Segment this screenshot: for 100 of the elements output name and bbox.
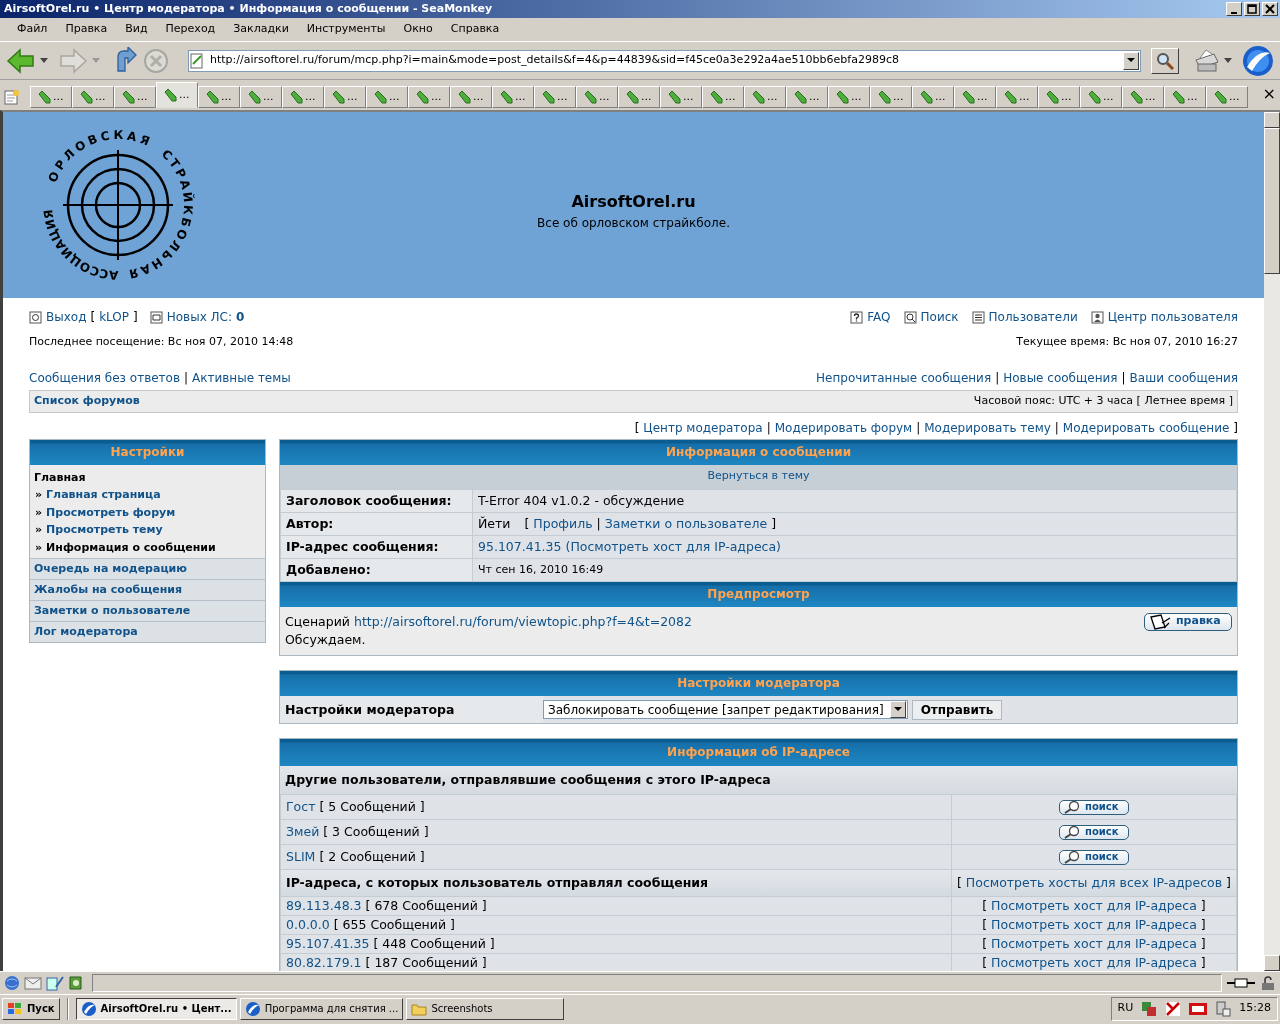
profile-link[interactable]: Заметки о пользователе (604, 515, 768, 532)
action-select[interactable]: Заблокировать сообщение [запрет редактирования] (543, 700, 908, 719)
submit-button[interactable]: Отправить (911, 699, 1003, 720)
menu-item[interactable]: Правка (56, 21, 117, 38)
ip-address-link[interactable]: 95.107.41.35 (478, 538, 562, 555)
menu-item[interactable]: Инструменты (297, 21, 395, 38)
tab[interactable]: ... (786, 86, 828, 108)
caret-icon[interactable] (1127, 58, 1135, 63)
tab[interactable]: ... (534, 86, 576, 108)
tab[interactable]: ... (1122, 86, 1164, 108)
host-link[interactable]: (Посмотреть хост для IP-адреса) (565, 538, 781, 555)
menu-item[interactable]: Окно (394, 21, 442, 38)
profile-link[interactable]: Профиль (533, 515, 593, 532)
start-button[interactable]: Пуск (2, 997, 60, 1020)
moderator-link[interactable]: Модерировать тему (924, 418, 1051, 437)
taskbar-button[interactable]: Программа для снятия ... (239, 997, 404, 1020)
tab[interactable]: ... (156, 82, 198, 108)
logout-link[interactable]: Выход (46, 308, 87, 326)
tab[interactable]: ... (870, 86, 912, 108)
tab[interactable]: ... (324, 86, 366, 108)
menu-item[interactable]: Переход (156, 21, 225, 38)
taskbar-button[interactable]: Screenshots (406, 997, 565, 1020)
quick-link[interactable]: Ваши сообщения (1129, 368, 1238, 387)
quick-link[interactable]: Сообщения без ответов (29, 368, 180, 387)
tab[interactable]: ... (954, 86, 996, 108)
tab[interactable]: ... (744, 86, 786, 108)
tab[interactable]: ... (198, 86, 240, 108)
username-link[interactable]: Змей (286, 824, 320, 840)
graphics-icon[interactable] (1189, 1001, 1208, 1016)
printer-icon[interactable] (1192, 47, 1220, 74)
back-arrow-icon[interactable] (6, 46, 36, 75)
caret-icon[interactable] (40, 57, 48, 64)
quick-link[interactable]: Непрочитанные сообщения (816, 368, 992, 387)
edit-button[interactable]: правка (1144, 612, 1232, 631)
sidebar-item[interactable]: Главная страница (46, 486, 161, 504)
taskbar-button[interactable]: AirsoftOrel.ru • Цент... (75, 997, 237, 1020)
moderator-link[interactable]: Модерировать сообщение (1062, 418, 1230, 437)
nav-link-text[interactable]: Поиск (920, 308, 959, 326)
tab[interactable]: ... (450, 86, 492, 108)
tab[interactable]: ... (114, 86, 156, 108)
tab[interactable]: ... (1080, 86, 1122, 108)
menu-item[interactable]: Вид (116, 21, 157, 38)
tab[interactable]: ... (492, 86, 534, 108)
device-icon[interactable] (1215, 1000, 1232, 1017)
dropdown-button[interactable] (1123, 51, 1139, 70)
caret-icon[interactable] (893, 707, 902, 712)
tab[interactable]: ... (1038, 86, 1080, 108)
address-book-icon[interactable] (68, 975, 84, 991)
username-link[interactable]: SLIM (286, 849, 316, 865)
username-link[interactable]: kLOP (99, 308, 130, 326)
sidebar-item[interactable]: Просмотреть форум (46, 503, 176, 521)
caret-icon[interactable] (1224, 57, 1232, 64)
moderator-link[interactable]: Модерировать форум (774, 418, 913, 437)
quick-link[interactable]: Новые сообщения (1003, 368, 1118, 387)
tab[interactable]: ... (660, 86, 702, 108)
sidebar-link[interactable]: Очередь на модерацию (30, 558, 265, 579)
back-to-topic-link[interactable]: Вернуться в тему (707, 468, 810, 485)
username-link[interactable]: Гост (286, 799, 316, 815)
tab[interactable]: ... (1206, 86, 1248, 108)
globe-icon[interactable] (4, 975, 20, 991)
menu-item[interactable]: Файл (8, 21, 57, 38)
sidebar-item[interactable]: Просмотреть тему (46, 521, 163, 539)
sidebar-item[interactable]: Информация о сообщении (46, 538, 216, 556)
sidebar-link[interactable]: Жалобы на сообщения (30, 579, 265, 600)
new-tab-icon[interactable] (4, 89, 20, 105)
menu-item[interactable]: Закладки (224, 21, 298, 38)
host-link[interactable]: Посмотреть хост для IP-адреса (991, 936, 1197, 952)
ip-address-link[interactable]: 0.0.0.0 (286, 917, 330, 933)
ip-address-link[interactable]: 80.82.179.1 (286, 955, 362, 971)
tab[interactable]: ... (828, 86, 870, 108)
scrollbar[interactable] (1264, 112, 1280, 971)
tab[interactable]: ... (30, 86, 72, 108)
search-button[interactable]: поиск (1058, 849, 1129, 865)
ip-address-link[interactable]: 95.107.41.35 (286, 936, 370, 952)
new-messages-link[interactable]: Новых ЛС: (166, 308, 232, 326)
moderator-link[interactable]: Центр модератора (643, 418, 763, 437)
tab[interactable]: ... (408, 86, 450, 108)
search-button[interactable]: поиск (1058, 824, 1129, 840)
search-button[interactable]: поиск (1058, 799, 1129, 815)
mail-icon[interactable] (24, 976, 42, 990)
post-link[interactable]: http://airsoftorel.ru/forum/viewtopic.php?f=4&t=2082 (353, 612, 692, 632)
antivirus-icon[interactable] (1165, 1000, 1182, 1017)
tab[interactable]: ... (366, 86, 408, 108)
tab[interactable]: ... (996, 86, 1038, 108)
breadcrumb-link[interactable]: Список форумов (34, 392, 140, 410)
composer-icon[interactable] (46, 975, 64, 991)
tab[interactable]: ... (702, 86, 744, 108)
tab[interactable]: ... (72, 86, 114, 108)
seamonkey-logo[interactable] (1242, 44, 1274, 77)
quick-link[interactable]: Активные темы (192, 368, 291, 387)
tab[interactable]: ... (912, 86, 954, 108)
tab[interactable]: ... (240, 86, 282, 108)
sidebar-link[interactable]: Лог модератора (30, 621, 265, 642)
tab[interactable]: ... (282, 86, 324, 108)
ip-address-link[interactable]: 89.113.48.3 (286, 898, 362, 914)
address-field[interactable]: http://airsoftorel.ru/forum/mcp.php?i=main&mode=post_details&f=4&p=44839&sid=f45ce0a3e292a4ae510bb6ebfa2989c8 (188, 49, 1141, 72)
search-icon[interactable] (1156, 51, 1174, 70)
host-link[interactable]: Посмотреть хост для IP-адреса (991, 917, 1197, 933)
language-indicator[interactable]: RU (1117, 1000, 1134, 1017)
tab-close-button[interactable]: × (1262, 82, 1276, 106)
